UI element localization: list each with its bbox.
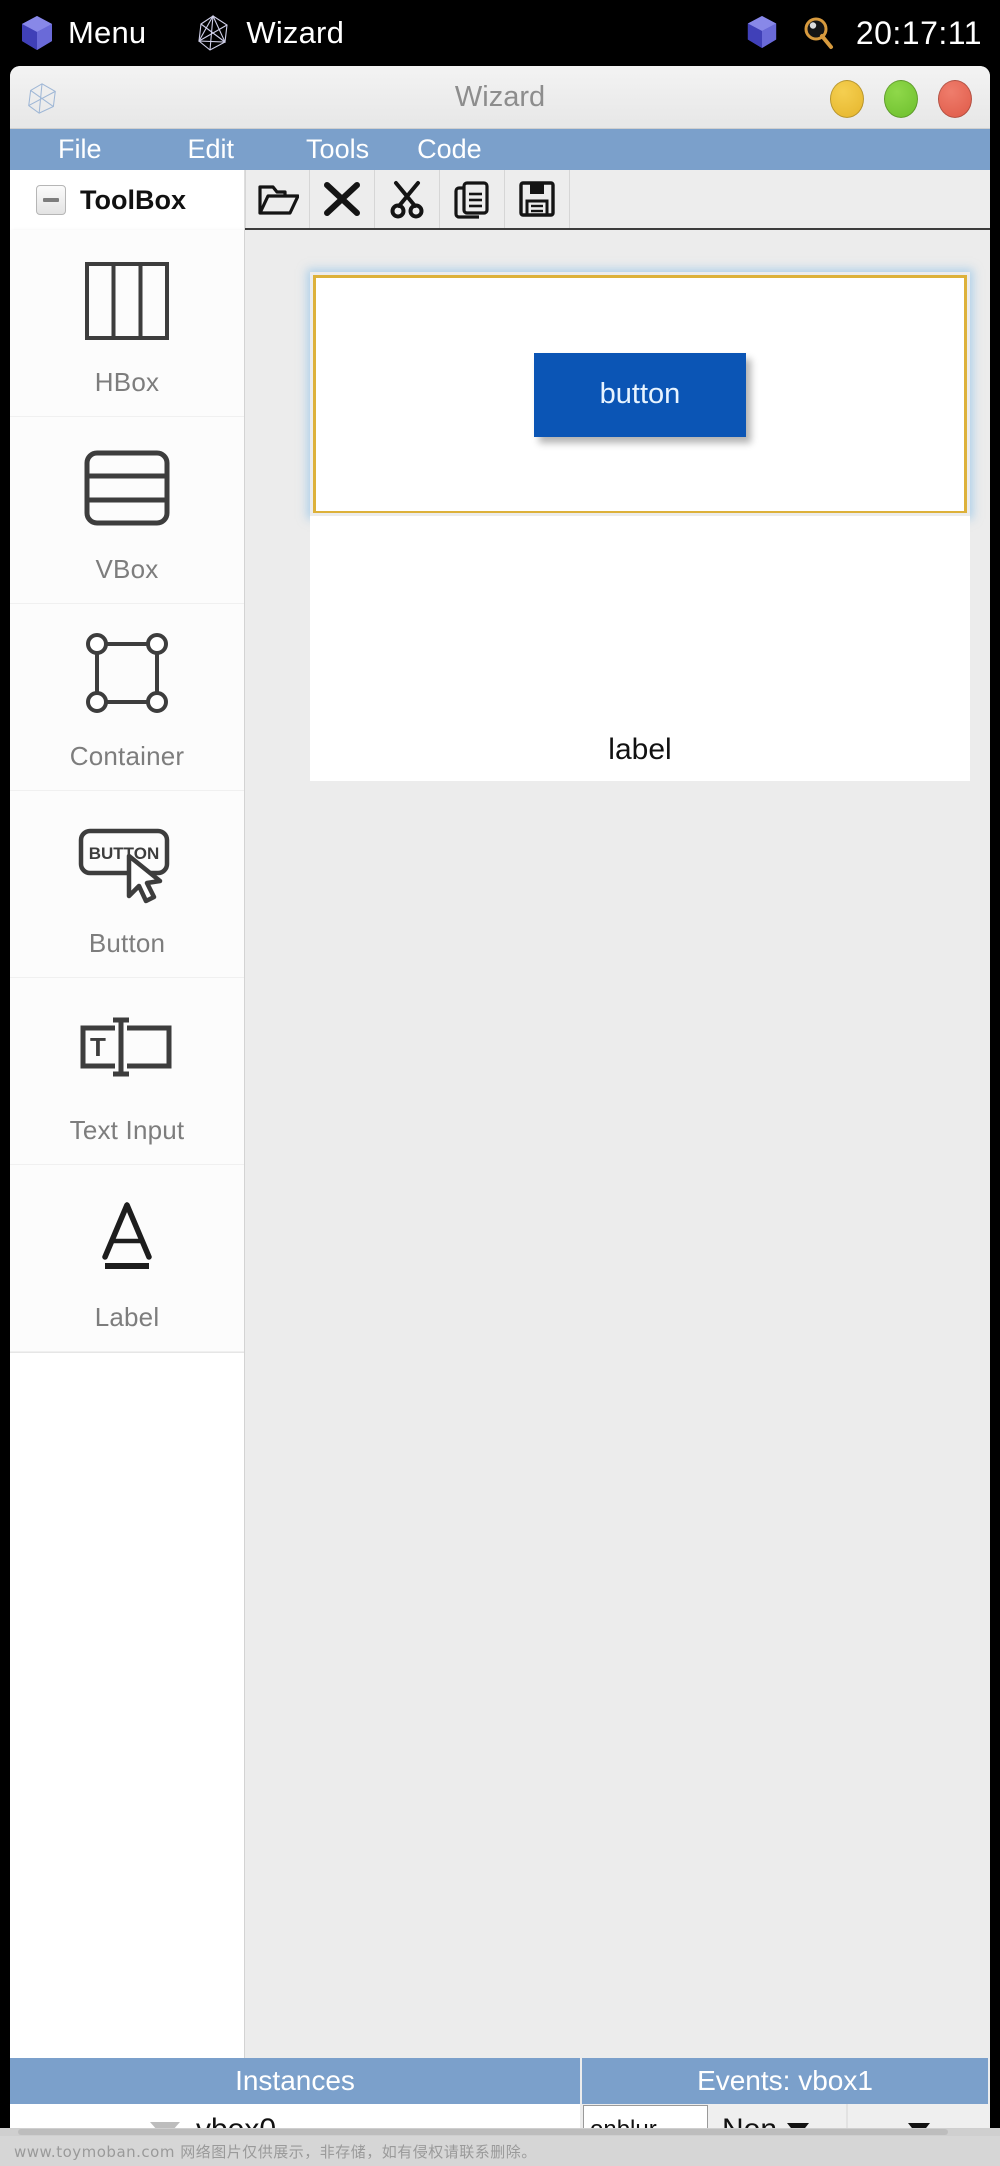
toolbox-label-hbox: HBox	[95, 367, 159, 398]
menu-edit[interactable]: Edit	[188, 134, 269, 165]
toolbar-row: ToolBox	[10, 170, 990, 230]
design-canvas[interactable]: button label	[245, 230, 990, 2070]
taskbar-app-wizard[interactable]: Wizard	[194, 12, 344, 54]
wireframe-polyhedron-icon	[194, 12, 232, 54]
toolbox-item-text-input[interactable]: T Text Input	[10, 978, 244, 1165]
menu-file[interactable]: File	[58, 134, 136, 165]
open-folder-icon[interactable]	[245, 170, 310, 228]
close-button[interactable]	[938, 80, 972, 118]
toolbox-item-label[interactable]: Label	[10, 1165, 244, 1352]
toolbox-item-vbox[interactable]: VBox	[10, 417, 244, 604]
horizontal-scrollbar[interactable]	[0, 2128, 1000, 2136]
container-icon	[75, 623, 179, 727]
save-floppy-icon[interactable]	[505, 170, 570, 228]
toolbox-item-hbox[interactable]: HBox	[10, 230, 244, 417]
magnifier-icon[interactable]	[802, 16, 834, 50]
collapse-minus-icon[interactable]	[36, 185, 66, 215]
system-tray: 20:17:11	[746, 0, 982, 66]
hbox-icon	[75, 249, 179, 353]
system-bar-left: Menu Wizard	[0, 12, 344, 54]
panel-headers: Instances Events: vbox1	[10, 2058, 990, 2104]
menu-launcher[interactable]: Menu	[20, 14, 146, 52]
toolbox-empty-area	[10, 1352, 244, 2070]
workspace: HBox VBox	[10, 230, 990, 2070]
scissors-icon[interactable]	[375, 170, 440, 228]
minimize-button[interactable]	[830, 80, 864, 118]
vbox-icon	[75, 436, 179, 540]
menu-label: Menu	[68, 15, 146, 51]
window-controls	[830, 80, 972, 118]
cube-icon	[20, 14, 54, 52]
taskbar-app-label: Wizard	[246, 15, 344, 51]
vbox-bottom-region[interactable]: label	[310, 516, 970, 781]
form-root: button label	[310, 272, 970, 781]
watermark-text: www.toymoban.com 网络图片仅供展示，非存储，如有侵权请联系删除。	[0, 2136, 1000, 2166]
toolbox-header: ToolBox	[10, 170, 245, 230]
toolbox-item-button[interactable]: BUTTON Button	[10, 791, 244, 978]
toolbox-label-label: Label	[95, 1302, 160, 1333]
menu-tools[interactable]: Tools	[306, 134, 403, 165]
maximize-button[interactable]	[884, 80, 918, 118]
text-input-icon: T	[69, 997, 185, 1101]
label-a-icon	[75, 1184, 179, 1288]
system-top-bar: Menu Wizard	[0, 0, 1000, 66]
copy-document-icon[interactable]	[440, 170, 505, 228]
toolbox-label-container: Container	[70, 741, 185, 772]
close-x-icon[interactable]	[310, 170, 375, 228]
selected-vbox-highlight: button	[310, 272, 970, 516]
toolbox-sidebar: HBox VBox	[10, 230, 245, 2070]
svg-text:T: T	[90, 1032, 106, 1062]
instances-panel-title: Instances	[10, 2058, 582, 2104]
window-icon	[24, 80, 60, 116]
menu-bar: File Edit Tools Code	[10, 128, 990, 170]
svg-text:BUTTON: BUTTON	[89, 844, 160, 863]
screen: Menu Wizard	[0, 0, 1000, 2166]
tray-cube-icon[interactable]	[746, 14, 780, 52]
toolbar-icons	[245, 170, 990, 230]
toolbar-spacer	[570, 170, 990, 228]
button-cursor-icon: BUTTON	[69, 810, 185, 914]
window-title-bar: Wizard	[10, 66, 990, 128]
events-panel-title: Events: vbox1	[582, 2058, 990, 2104]
vbox-top-region[interactable]: button	[313, 275, 967, 513]
wizard-window: Wizard File Edit Tools Code ToolBox	[10, 66, 990, 2156]
canvas-button[interactable]: button	[534, 353, 746, 437]
canvas-label: label	[608, 733, 671, 767]
toolbox-label-vbox: VBox	[96, 554, 159, 585]
menu-code[interactable]: Code	[417, 134, 516, 165]
toolbox-item-container[interactable]: Container	[10, 604, 244, 791]
toolbox-label-text-input: Text Input	[70, 1115, 185, 1146]
system-clock: 20:17:11	[856, 15, 982, 52]
toolbox-label-button: Button	[89, 928, 165, 959]
toolbox-title: ToolBox	[80, 185, 186, 216]
